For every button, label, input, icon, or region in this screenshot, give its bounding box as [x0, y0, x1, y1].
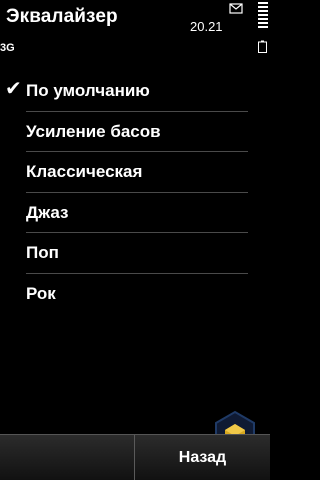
list-item-classical[interactable]: Классическая — [0, 151, 270, 193]
check-icon: ✔ — [5, 78, 22, 100]
equalizer-screen: Эквалайзер 20.21 3G ✔ По умолчанию Усиле… — [0, 0, 270, 480]
list-item-jazz[interactable]: Джаз — [0, 192, 270, 233]
list-item-bass-boost[interactable]: Усиление басов — [0, 111, 270, 152]
back-button-label: Назад — [178, 449, 227, 466]
network-type: 3G — [0, 42, 15, 54]
preset-list: ✔ По умолчанию Усиление басов Классическ… — [0, 70, 270, 313]
list-item-label: Поп — [26, 243, 59, 262]
list-item-label: Джаз — [26, 202, 69, 222]
list-item-pop[interactable]: Поп — [0, 232, 270, 274]
page-title: Эквалайзер — [6, 6, 118, 27]
battery-icon — [258, 40, 267, 53]
list-item-default[interactable]: ✔ По умолчанию — [0, 70, 270, 112]
list-item-label: Усиление басов — [26, 121, 161, 141]
list-item-label: Классическая — [26, 162, 143, 181]
list-item-label: Рок — [26, 283, 56, 303]
clock: 20.21 — [190, 19, 223, 34]
envelope-icon — [229, 3, 243, 14]
list-item-label: По умолчанию — [26, 81, 150, 100]
softkey-bar: Назад — [0, 434, 270, 480]
left-softkey[interactable] — [0, 435, 135, 480]
list-item-rock[interactable]: Рок — [0, 273, 270, 314]
back-button[interactable]: Назад — [135, 435, 270, 480]
